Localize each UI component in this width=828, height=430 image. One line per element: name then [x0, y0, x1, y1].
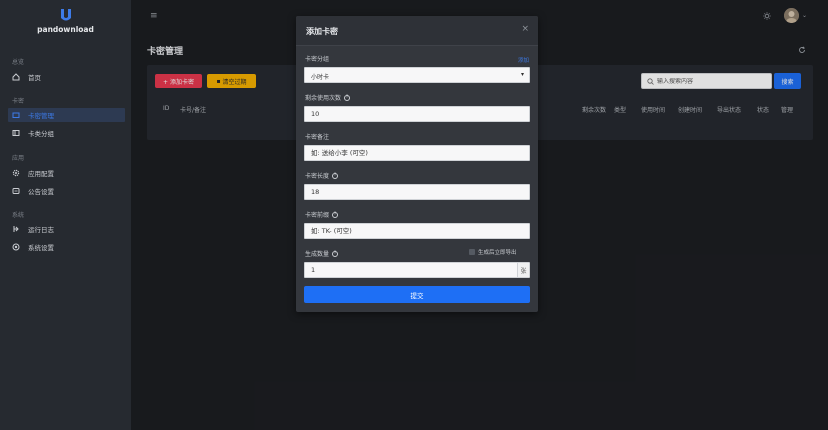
- nav-section-overview: 总览: [12, 59, 25, 66]
- nav-section-system: 系统: [12, 212, 25, 219]
- length-label-text: 卡密长度: [305, 173, 330, 180]
- export-checkbox-label: 生成后立即导出: [478, 250, 517, 256]
- prefix-label: 卡密前缀 ?: [305, 210, 339, 219]
- sidebar-item-label: 应用配置: [28, 170, 54, 178]
- count-label: 生成数量 ?: [305, 249, 339, 258]
- sidebar-item-card-manage[interactable]: 卡密管理: [8, 108, 125, 122]
- uses-label-text: 剩余使用次数: [305, 95, 342, 102]
- group-select[interactable]: 小时卡 ▾: [304, 67, 530, 83]
- submit-button[interactable]: 提交: [304, 286, 530, 303]
- count-input[interactable]: [311, 266, 511, 274]
- folder-icon: [12, 130, 20, 136]
- sidebar-item-label: 系统设置: [28, 244, 54, 252]
- settings-icon: [12, 243, 20, 251]
- remark-field: [304, 145, 530, 161]
- uses-input[interactable]: [311, 110, 511, 118]
- home-icon: [12, 73, 20, 81]
- uses-label: 剩余使用次数 ?: [305, 93, 351, 102]
- length-field: [304, 184, 530, 200]
- app-name: pandownload: [37, 25, 94, 34]
- help-icon[interactable]: ?: [332, 250, 339, 257]
- sidebar-item-label: 公告设置: [28, 188, 54, 196]
- group-label: 卡密分组: [305, 56, 330, 63]
- close-icon[interactable]: ×: [521, 24, 529, 34]
- modal-title: 添加卡密: [306, 27, 338, 36]
- remark-input[interactable]: [311, 149, 511, 157]
- prefix-label-text: 卡密前缀: [305, 212, 330, 219]
- sidebar-item-label: 卡类分组: [28, 130, 54, 138]
- notice-icon: [12, 188, 20, 194]
- export-checkbox[interactable]: [469, 249, 475, 255]
- count-field: 张: [304, 262, 530, 278]
- sidebar-item-app-config[interactable]: 应用配置: [12, 166, 54, 180]
- sidebar: pandownload 总览 首页 卡密 卡密管理 卡类分组 应用 应用配置 公…: [0, 0, 131, 430]
- sidebar-item-label: 首页: [28, 74, 41, 82]
- sidebar-item-card-group[interactable]: 卡类分组: [12, 126, 54, 140]
- sidebar-item-label: 卡密管理: [28, 112, 54, 120]
- prefix-input[interactable]: [311, 227, 511, 235]
- log-icon: [13, 226, 19, 232]
- nav-section-app: 应用: [12, 155, 25, 162]
- gear-icon: [12, 169, 20, 177]
- group-select-value: 小时卡: [311, 74, 330, 81]
- help-icon[interactable]: ?: [332, 211, 339, 218]
- sidebar-item-notice[interactable]: 公告设置: [12, 184, 54, 198]
- length-label: 卡密长度 ?: [305, 171, 339, 180]
- export-after-generate[interactable]: 生成后立即导出: [469, 248, 517, 256]
- prefix-field: [304, 223, 530, 239]
- caret-down-icon: ▾: [520, 71, 524, 78]
- sidebar-item-home[interactable]: 首页: [12, 70, 41, 84]
- nav-section-card: 卡密: [12, 98, 25, 105]
- uses-field: [304, 106, 530, 122]
- help-icon[interactable]: ?: [332, 172, 339, 179]
- sidebar-item-system-settings[interactable]: 系统设置: [12, 240, 54, 254]
- remark-label: 卡密备注: [305, 134, 330, 141]
- modal-header: 添加卡密 ×: [296, 16, 538, 46]
- logo-icon: [60, 9, 71, 21]
- card-icon: [12, 112, 20, 118]
- logo[interactable]: pandownload: [0, 8, 131, 34]
- sidebar-item-log[interactable]: 运行日志: [12, 222, 54, 236]
- add-group-link[interactable]: 添加: [518, 56, 529, 64]
- length-input[interactable]: [311, 188, 511, 196]
- add-card-modal: 添加卡密 × 卡密分组 添加 小时卡 ▾ 剩余使用次数 ? 卡密备注 卡密长度 …: [296, 16, 538, 312]
- sidebar-item-label: 运行日志: [28, 226, 54, 234]
- count-label-text: 生成数量: [305, 251, 330, 258]
- help-icon[interactable]: ?: [344, 94, 351, 101]
- count-suffix: 张: [517, 263, 529, 277]
